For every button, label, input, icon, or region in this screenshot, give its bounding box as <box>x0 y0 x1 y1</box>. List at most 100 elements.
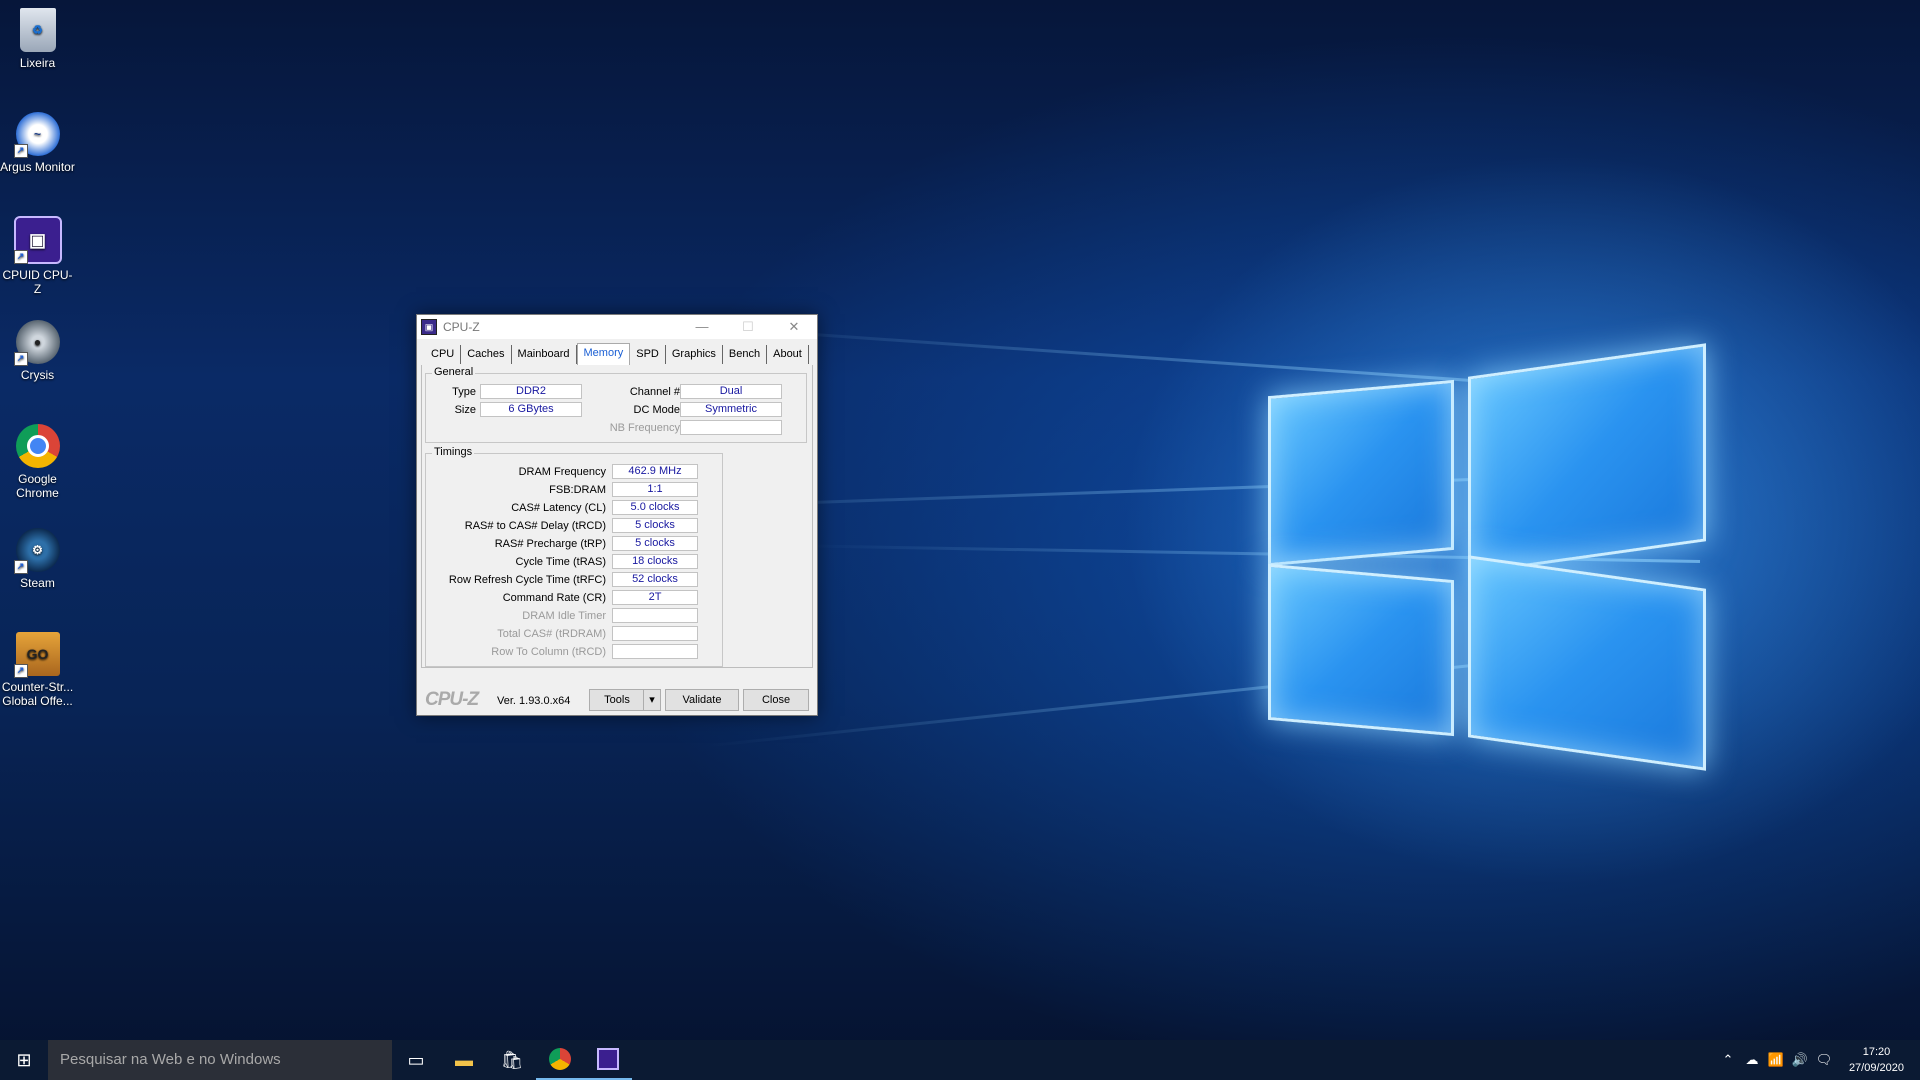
validate-button[interactable]: Validate <box>665 689 739 711</box>
task-view-icon: ▭ <box>407 1049 425 1070</box>
clock[interactable]: 17:20 27/09/2020 <box>1849 1044 1904 1076</box>
desktop-icon-steam[interactable]: ⚙ ↗ Steam <box>0 528 75 590</box>
tab-bar: CPU Caches Mainboard Memory SPD Graphics… <box>425 343 809 366</box>
windows-logo-pane <box>1468 343 1706 575</box>
timing-label: Cycle Time (tRAS) <box>515 556 606 568</box>
desktop-icon-label: Counter-Str... Global Offe... <box>1 680 74 708</box>
timing-value: 2T <box>612 590 698 605</box>
timing-label: RAS# to CAS# Delay (tRCD) <box>464 520 606 532</box>
tab-graphics[interactable]: Graphics <box>666 345 723 364</box>
cpu-z-logo: CPU-Z <box>425 689 479 710</box>
desktop-icon-chrome[interactable]: Google Chrome <box>0 424 75 500</box>
window-title: CPU-Z <box>443 320 480 334</box>
store-button[interactable]: 🛍 <box>488 1040 536 1080</box>
cpu-z-icon <box>597 1048 619 1070</box>
cpu-z-icon: ▣ ↗ <box>13 216 62 264</box>
shortcut-arrow-icon: ↗ <box>13 250 28 264</box>
start-button[interactable]: ⊞ <box>0 1040 48 1080</box>
tab-bench[interactable]: Bench <box>723 345 768 364</box>
timing-label: RAS# Precharge (tRP) <box>494 538 606 550</box>
notifications-icon[interactable]: 🗨 <box>1812 1052 1836 1068</box>
timing-value: 52 clocks <box>612 572 698 587</box>
desktop-icon-cpu-z[interactable]: ▣ ↗ CPUID CPU-Z <box>0 216 75 296</box>
timing-label: CAS# Latency (CL) <box>511 502 606 514</box>
tab-mainboard[interactable]: Mainboard <box>512 345 577 364</box>
timings-group: Timings DRAM Frequency 462.9 MHz FSB:DRAM 1… <box>425 446 723 667</box>
store-icon: 🛍 <box>500 1049 524 1070</box>
clock-date: 27/09/2020 <box>1848 1062 1904 1074</box>
tab-spd[interactable]: SPD <box>630 345 666 364</box>
windows-logo-pane <box>1468 555 1706 771</box>
file-explorer-button[interactable]: ▬ <box>440 1040 488 1080</box>
tab-memory[interactable]: Memory <box>576 343 631 366</box>
tools-dropdown-button[interactable]: ▾ <box>643 689 661 711</box>
cpu-z-window: ▣ CPU-Z — ☐ ✕ CPU Caches Mainboard Memor… <box>416 314 818 716</box>
tab-cpu[interactable]: CPU <box>425 345 462 364</box>
system-tray: ⌃ ☁ 📶 🔊 🗨 <box>1716 1040 1836 1080</box>
tab-caches[interactable]: Caches <box>461 345 512 364</box>
shortcut-arrow-icon: ↗ <box>13 560 28 574</box>
timing-value: 5 clocks <box>612 536 698 551</box>
chrome-taskbar-button[interactable] <box>536 1040 584 1080</box>
dc-mode-value: Symmetric <box>680 402 782 417</box>
size-value: 6 GBytes <box>480 402 582 417</box>
close-window-button[interactable]: ✕ <box>771 315 817 339</box>
desktop-icon-label: Google Chrome <box>16 472 59 500</box>
chrome-icon <box>549 1048 571 1070</box>
task-view-button[interactable]: ▭ <box>392 1040 440 1080</box>
chevron-up-icon[interactable]: ⌃ <box>1716 1052 1740 1068</box>
timing-label: DRAM Frequency <box>518 466 606 478</box>
timing-value: 5.0 clocks <box>612 500 698 515</box>
type-label: Type <box>452 386 476 398</box>
timing-label: Command Rate (CR) <box>502 592 606 604</box>
general-legend: General <box>432 366 476 378</box>
windows-logo-pane <box>1268 563 1454 737</box>
nb-frequency-value <box>680 420 782 435</box>
onedrive-icon[interactable]: ☁ <box>1740 1052 1764 1068</box>
nb-frequency-label: NB Frequency <box>609 422 680 434</box>
close-button[interactable]: Close <box>743 689 809 711</box>
shortcut-arrow-icon: ↗ <box>13 352 28 366</box>
timing-value: 18 clocks <box>612 554 698 569</box>
timing-label: Row To Column (tRCD) <box>491 646 606 658</box>
dc-mode-label: DC Mode <box>633 404 680 416</box>
shortcut-arrow-icon: ↗ <box>13 144 28 158</box>
chevron-down-icon: ▾ <box>649 694 655 706</box>
cpu-z-taskbar-button[interactable] <box>584 1040 632 1080</box>
timing-value <box>612 626 698 641</box>
timing-label: Row Refresh Cycle Time (tRFC) <box>448 574 606 586</box>
desktop-icon-crysis[interactable]: ● ↗ Crysis <box>0 320 75 382</box>
tools-button[interactable]: Tools <box>589 689 645 711</box>
timing-value: 462.9 MHz <box>612 464 698 479</box>
channel-value: Dual <box>680 384 782 399</box>
tab-about[interactable]: About <box>767 345 809 364</box>
timing-value <box>612 644 698 659</box>
folder-icon: ▬ <box>455 1049 473 1070</box>
memory-tab-panel: General Type DDR2 Size 6 GBytes Channel … <box>421 365 813 668</box>
desktop-icon-argus-monitor[interactable]: ~ ↗ Argus Monitor <box>0 112 75 174</box>
timing-label: DRAM Idle Timer <box>522 610 606 622</box>
timing-label: FSB:DRAM <box>549 484 606 496</box>
desktop-icon-recycle-bin[interactable]: ♻ Lixeira <box>0 8 75 70</box>
network-icon[interactable]: 📶 <box>1764 1052 1788 1068</box>
cpu-z-app-icon: ▣ <box>421 319 437 335</box>
windows-start-icon: ⊞ <box>16 1049 32 1070</box>
clock-time: 17:20 <box>1862 1046 1891 1058</box>
maximize-button[interactable]: ☐ <box>725 315 771 339</box>
general-group: General Type DDR2 Size 6 GBytes Channel … <box>425 366 807 443</box>
title-bar[interactable]: ▣ CPU-Z — ☐ ✕ <box>417 315 817 339</box>
recycle-bin-icon: ♻ <box>19 8 56 52</box>
type-value: DDR2 <box>480 384 582 399</box>
version-text: Ver. 1.93.0.x64 <box>497 695 571 707</box>
minimize-button[interactable]: — <box>679 315 725 339</box>
desktop-icon-label: Steam <box>20 576 55 590</box>
timing-value: 1:1 <box>612 482 698 497</box>
timing-label: Total CAS# (tRDRAM) <box>497 628 606 640</box>
csgo-icon: GO ↗ <box>13 632 60 678</box>
volume-icon[interactable]: 🔊 <box>1788 1052 1812 1068</box>
desktop-icon-csgo[interactable]: GO ↗ Counter-Str... Global Offe... <box>0 632 75 708</box>
search-input[interactable]: Pesquisar na Web e no Windows <box>48 1040 392 1080</box>
chrome-icon <box>15 424 60 468</box>
desktop-icon-label: CPUID CPU-Z <box>2 268 73 296</box>
timing-value <box>612 608 698 623</box>
